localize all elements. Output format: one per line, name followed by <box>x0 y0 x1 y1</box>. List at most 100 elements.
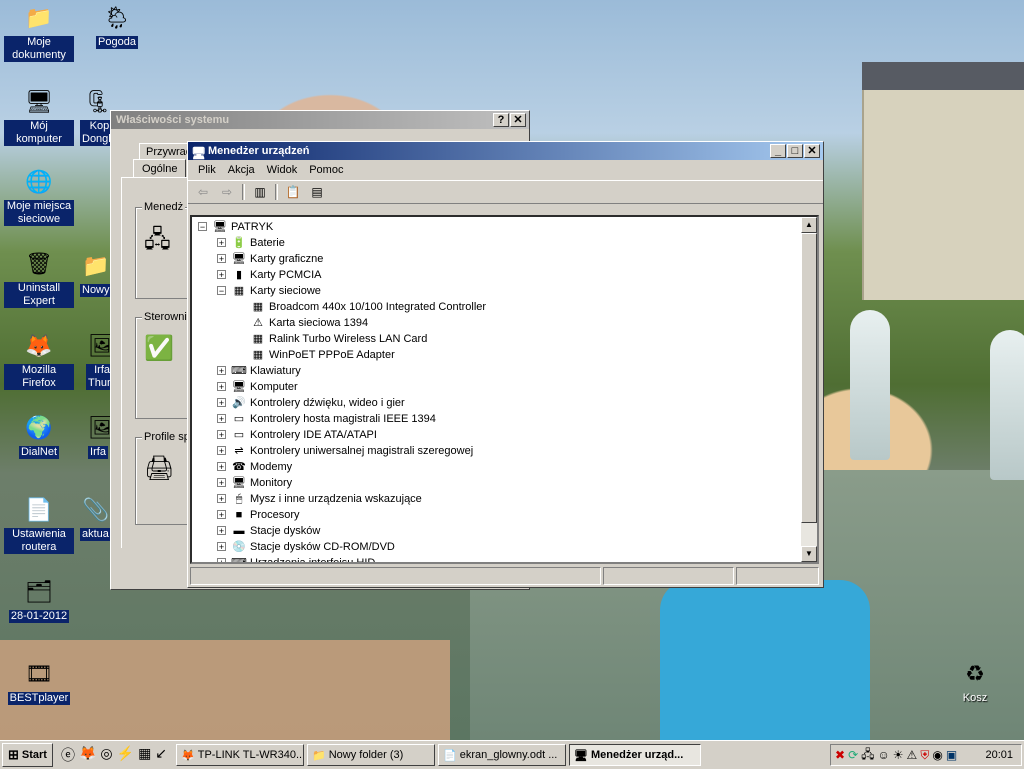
menu-pomoc[interactable]: Pomoc <box>303 162 349 178</box>
scroll-thumb[interactable] <box>801 233 817 523</box>
tree-node-category[interactable]: 🖥 Komputer <box>231 379 298 395</box>
desktop-icon-moje-miejsca-sieciowe[interactable]: 🌐 Moje miejsca sieciowe <box>4 166 74 226</box>
network-icon[interactable]: 🖧 <box>861 745 874 766</box>
desktop-icon-aktualizacja[interactable]: 📎 aktua <box>80 494 110 541</box>
taskbar-button-tp-link[interactable]: 🦊 TP-LINK TL-WR340... <box>176 744 305 766</box>
expand-icon[interactable]: + <box>217 270 226 280</box>
system-properties-titlebar[interactable]: Właściwości systemu ? ✕ <box>111 111 529 129</box>
expand-icon[interactable]: + <box>217 238 226 248</box>
close-button[interactable]: ✕ <box>804 144 820 158</box>
help-icon[interactable]: ▤ <box>308 184 326 200</box>
desktop-icon-kosz[interactable]: ♻ Kosz <box>940 658 1010 705</box>
winamp-icon[interactable]: ⚡ <box>117 745 134 765</box>
shield-icon[interactable]: ◉ <box>932 748 942 762</box>
expand-icon[interactable]: + <box>217 446 226 456</box>
tree-node-device[interactable]: ⚠ Karta sieciowa 1394 <box>250 315 368 331</box>
expand-icon[interactable]: + <box>217 510 226 520</box>
back-arrow-icon[interactable]: ⇦ <box>194 184 212 200</box>
start-button[interactable]: ⊞ Start <box>2 743 53 767</box>
tree-node-category[interactable]: 💿 Stacje dysków CD-ROM/DVD <box>231 539 395 555</box>
tree-node-category[interactable]: ⇌ Kontrolery uniwersalnej magistrali szer… <box>231 443 473 459</box>
desktop-icon-pogoda[interactable]: 🌦 Pogoda <box>82 2 152 49</box>
tree-node-category[interactable]: ■ Procesory <box>231 507 300 523</box>
ie-icon[interactable]: ⓔ <box>61 745 75 765</box>
tree-node-category[interactable]: 🖱 Mysz i inne urządzenia wskazujące <box>231 491 422 507</box>
tree-root-computer[interactable]: 🖥 PATRYK <box>212 219 273 235</box>
taskbar-button-nowy-folder[interactable]: 📁 Nowy folder (3) <box>307 744 436 766</box>
tree-node-category[interactable]: ▬ Stacje dysków <box>231 523 321 539</box>
taskbar-button-menedzer-urzadzen[interactable]: 🖥 Menedżer urząd... <box>569 744 702 766</box>
device-tree[interactable]: 🖥 PATRYK − 🔋 Baterie + 🖥 Karty graficzne + ▮ Karty… <box>190 215 819 564</box>
tree-node-category[interactable]: ▭ Kontrolery IDE ATA/ATAPI <box>231 427 377 443</box>
taskbar-button-ekran-glowny[interactable]: 📄 ekran_glowny.odt ... <box>438 744 567 766</box>
tree-node-label: Karty sieciowe <box>250 285 321 297</box>
tree-node-category[interactable]: ▦ Karty sieciowe <box>231 283 321 299</box>
desktop-icon-28-01-2012[interactable]: 🗂 28-01-2012 <box>4 576 74 623</box>
weather-icon[interactable]: ☀ <box>893 748 904 762</box>
messenger-icon[interactable]: ☺ <box>878 748 890 762</box>
clock[interactable]: 20:01 <box>985 749 1013 761</box>
scroll-up-button[interactable]: ▲ <box>801 217 817 233</box>
collapse-icon[interactable]: − <box>198 222 207 232</box>
expand-icon[interactable]: + <box>217 494 226 504</box>
expand-icon[interactable]: + <box>217 414 226 424</box>
tree-node-category[interactable]: ▭ Kontrolery hosta magistrali IEEE 1394 <box>231 411 436 427</box>
tree-node-device[interactable]: ▦ Ralink Turbo Wireless LAN Card <box>250 331 428 347</box>
help-button[interactable]: ? <box>493 113 509 127</box>
desktop-icon-nowy[interactable]: 📁 Nowy <box>80 250 110 297</box>
maximize-button[interactable]: □ <box>787 144 803 158</box>
desktop-icon-uninstall-expert[interactable]: 🗑 Uninstall Expert <box>4 248 74 308</box>
desktop-icon-bestplayer[interactable]: 🎞 BESTplayer <box>4 658 74 705</box>
notepad-icon[interactable]: ▦ <box>138 745 151 765</box>
vertical-scrollbar[interactable]: ▲ ▼ <box>801 217 817 562</box>
antivirus-icon[interactable]: ⛨ <box>920 748 929 763</box>
warning-icon[interactable]: ⚠ <box>907 748 918 762</box>
desktop-icon-ustawienia-routera[interactable]: 📄 Ustawienia routera <box>4 494 74 554</box>
tree-node-category[interactable]: ⌨ Urządzenia interfejsu HID <box>231 555 375 562</box>
device-manager-window[interactable]: 🖥 Menedżer urządzeń _ □ ✕ Plik Akcja Wid… <box>187 141 824 588</box>
network-error-icon[interactable]: ✖ <box>835 748 845 762</box>
expand-icon[interactable]: + <box>217 542 226 552</box>
tree-node-device[interactable]: ▦ Broadcom 440x 10/100 Integrated Control… <box>250 299 486 315</box>
expand-icon[interactable]: + <box>217 382 226 392</box>
expand-icon[interactable]: + <box>217 430 226 440</box>
tree-node-device[interactable]: ▦ WinPoET PPPoE Adapter <box>250 347 395 363</box>
collapse-icon[interactable]: − <box>217 286 226 296</box>
tab-ogolne[interactable]: Ogólne <box>133 159 187 178</box>
tree-node-category[interactable]: 🖥 Karty graficzne <box>231 251 323 267</box>
expand-icon[interactable]: + <box>217 558 226 562</box>
tree-node-category[interactable]: ⌨ Klawiatury <box>231 363 301 379</box>
close-button[interactable]: ✕ <box>510 113 526 127</box>
language-icon[interactable]: ▣ <box>946 748 957 762</box>
forward-arrow-icon[interactable]: ⇨ <box>218 184 236 200</box>
desktop-icon-dialnet[interactable]: 🌍 DialNet <box>4 412 74 459</box>
desktop-icon-moje-dokumenty[interactable]: 📁 Moje dokumenty <box>4 2 74 62</box>
tree-node-category[interactable]: 🖥 Monitory <box>231 475 292 491</box>
tree-node-category[interactable]: ▮ Karty PCMCIA <box>231 267 322 283</box>
desktop-icon-irfanview-thumbnails[interactable]: 🖼 Irfa Thum <box>86 330 110 390</box>
minimize-button[interactable]: _ <box>770 144 786 158</box>
desktop-icon-moj-komputer[interactable]: 🖥 Mój komputer <box>4 86 74 146</box>
device-manager-titlebar[interactable]: 🖥 Menedżer urządzeń _ □ ✕ <box>188 142 823 160</box>
menu-akcja[interactable]: Akcja <box>222 162 261 178</box>
expand-icon[interactable]: + <box>217 478 226 488</box>
show-hide-tree-icon[interactable]: ▥ <box>251 184 269 200</box>
desktop-icon-mozilla-firefox[interactable]: 🦊 Mozilla Firefox <box>4 330 74 390</box>
expand-icon[interactable]: + <box>217 254 226 264</box>
menu-widok[interactable]: Widok <box>261 162 304 178</box>
expand-icon[interactable]: + <box>217 398 226 408</box>
menu-plik[interactable]: Plik <box>192 162 222 178</box>
opera-icon[interactable]: ◎ <box>100 745 112 765</box>
properties-icon[interactable]: 📋 <box>284 184 302 200</box>
expand-icon[interactable]: + <box>217 526 226 536</box>
update-icon[interactable]: ⟳ <box>848 748 858 762</box>
tree-node-category[interactable]: ☎ Modemy <box>231 459 292 475</box>
arrow-icon[interactable]: ↙ <box>155 745 167 765</box>
expand-icon[interactable]: + <box>217 462 226 472</box>
scroll-down-button[interactable]: ▼ <box>801 546 817 562</box>
tree-node-category[interactable]: 🔊 Kontrolery dźwięku, wideo i gier <box>231 395 405 411</box>
expand-icon[interactable]: + <box>217 366 226 376</box>
tree-node-category[interactable]: 🔋 Baterie <box>231 235 285 251</box>
firefox-icon[interactable]: 🦊 <box>79 745 96 765</box>
desktop-icon-irfanview[interactable]: 🖼 Irfa <box>86 412 110 459</box>
